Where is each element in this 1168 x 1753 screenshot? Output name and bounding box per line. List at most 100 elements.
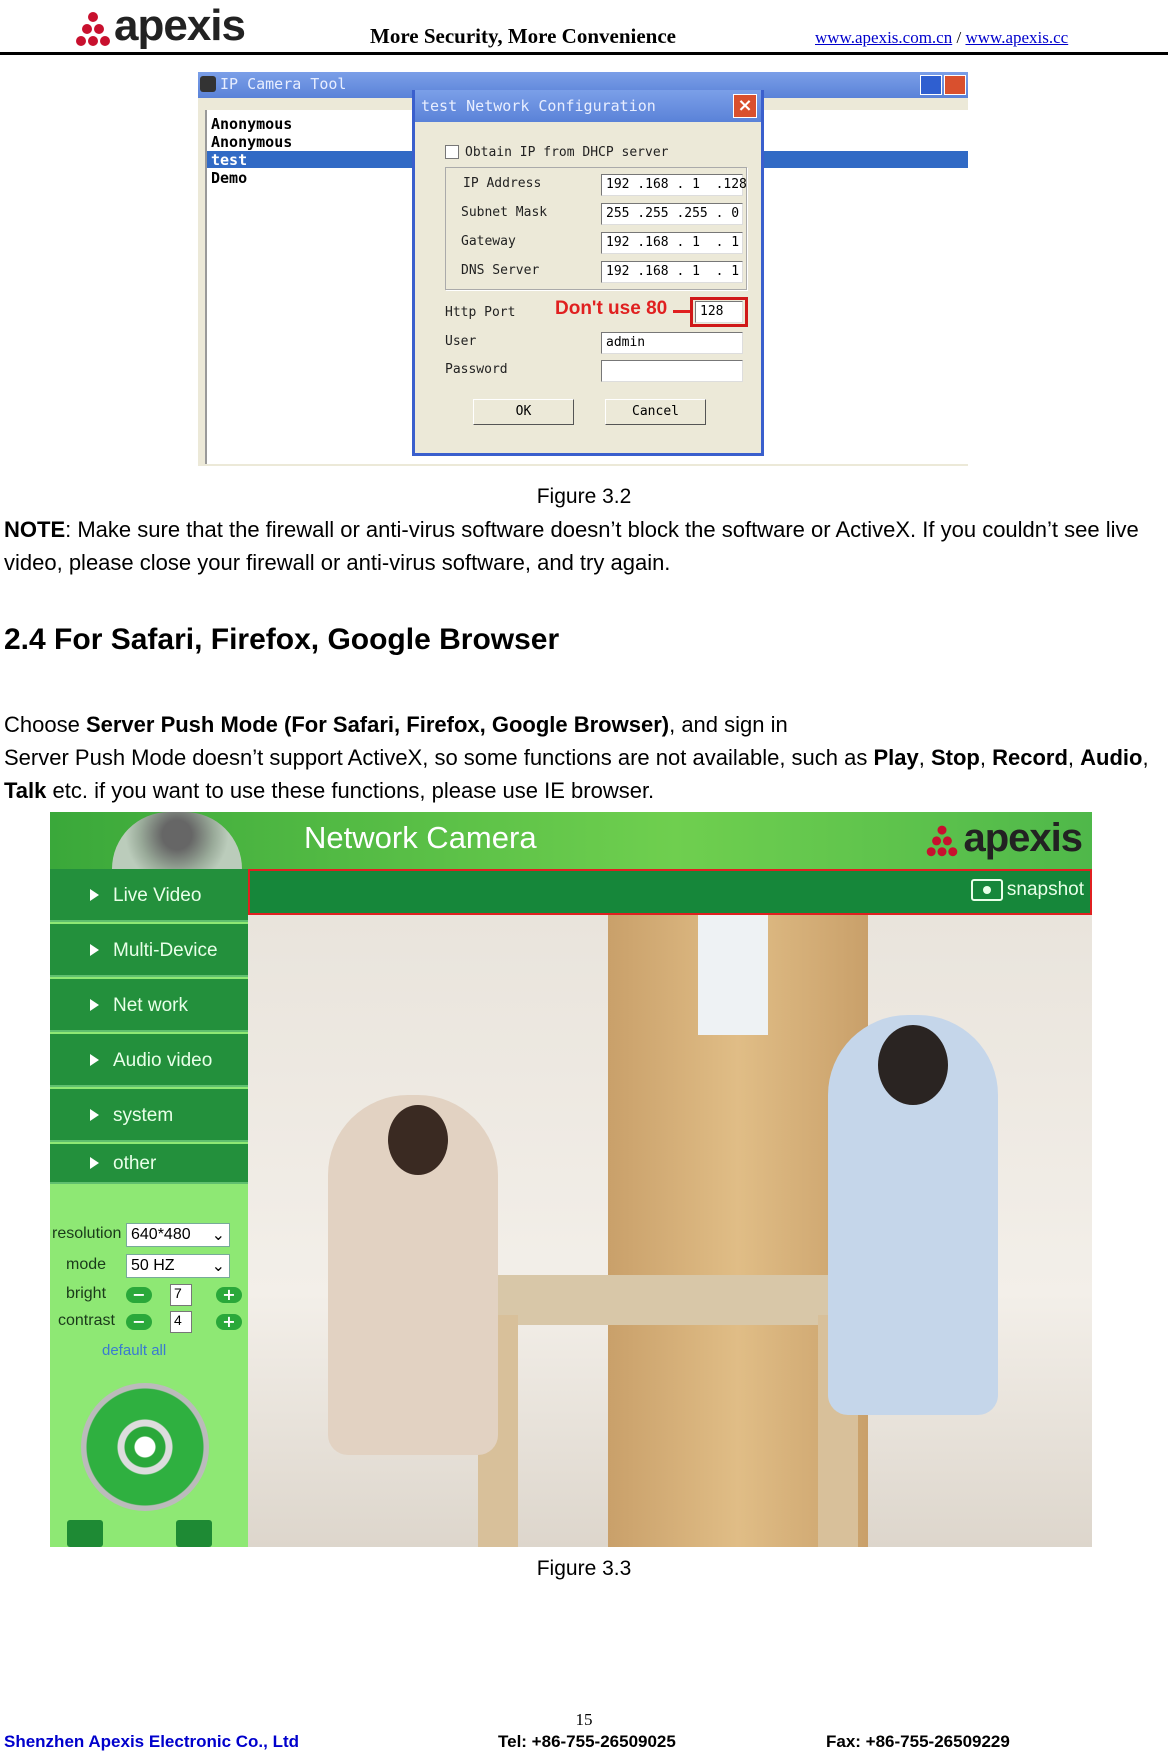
text: etc. if you want to use these functions,…: [46, 778, 655, 803]
contrast-value[interactable]: 4: [170, 1311, 192, 1333]
play-arrow-icon: [90, 1054, 99, 1066]
annotation-line: [673, 310, 690, 313]
person-head: [878, 1025, 948, 1105]
header-links: www.apexis.com.cn / www.apexis.cc: [815, 28, 1068, 48]
cancel-button[interactable]: Cancel: [605, 399, 706, 425]
figure-3-2-caption: Figure 3.2: [536, 485, 632, 508]
device-item[interactable]: Anonymous: [211, 133, 292, 151]
subnet-mask-input[interactable]: 255 .255 .255 . 0: [601, 203, 743, 225]
note-label: NOTE: [4, 517, 66, 542]
nav-live-video[interactable]: Live Video: [50, 869, 248, 922]
section-paragraph: Choose Server Push Mode (For Safari, Fir…: [4, 708, 1166, 807]
text: ,: [979, 745, 993, 770]
nav-label: system: [113, 1105, 174, 1126]
play-arrow-icon: [90, 1157, 99, 1169]
bright-value[interactable]: 7: [170, 1284, 192, 1306]
resolution-label: resolution: [52, 1225, 122, 1242]
apexis-banner-logo: apexis: [921, 816, 1083, 860]
text: , and sign in: [669, 712, 788, 737]
toolbar-highlighted: snapshot: [248, 869, 1092, 915]
dialog-title: test Network Configuration: [415, 90, 761, 122]
gateway-label: Gateway: [461, 234, 516, 249]
nav-label: Multi-Device: [113, 940, 218, 961]
logo-dots-icon: [72, 8, 114, 48]
link-apexis-cc[interactable]: www.apexis.cc: [965, 28, 1068, 47]
mode-label: mode: [66, 1256, 107, 1273]
talk-term: Talk: [4, 778, 47, 803]
footer-fax: Fax: +86-755-26509229: [826, 1732, 1010, 1751]
text: ,: [1142, 745, 1149, 770]
tagline: More Security, More Convenience: [370, 24, 676, 48]
bright-minus-button[interactable]: −: [126, 1287, 152, 1303]
audio-term: Audio: [1080, 745, 1143, 770]
mode-name: Server Push Mode (For Safari, Firefox, G…: [85, 712, 670, 737]
close-icon[interactable]: [944, 75, 966, 95]
password-input[interactable]: [601, 360, 743, 382]
user-label: User: [445, 334, 477, 349]
nav-audio-video[interactable]: Audio video: [50, 1034, 248, 1087]
network-camera-web-ui: Network Camera apexis Live Video Multi-D…: [50, 812, 1092, 1547]
person-head: [388, 1105, 448, 1175]
dns-server-label: DNS Server: [461, 263, 540, 278]
stop-term: Stop: [930, 745, 980, 770]
nav-other[interactable]: other: [50, 1144, 248, 1184]
snapshot-label: snapshot: [1006, 879, 1084, 900]
text: ,: [1067, 745, 1081, 770]
dhcp-checkbox[interactable]: [445, 145, 459, 159]
device-item-selected[interactable]: test: [211, 151, 247, 169]
nav-label: Net work: [113, 995, 188, 1016]
snapshot-button[interactable]: snapshot: [970, 879, 1084, 901]
subnet-mask-label: Subnet Mask: [461, 205, 548, 220]
nav-multi-device[interactable]: Multi-Device: [50, 924, 248, 977]
gateway-input[interactable]: 192 .168 . 1 . 1: [601, 232, 743, 254]
link-separator: /: [956, 28, 962, 47]
play-arrow-icon: [90, 1109, 99, 1121]
contrast-minus-button[interactable]: −: [126, 1314, 152, 1330]
logo-dots-icon: [924, 822, 962, 858]
ip-address-input[interactable]: 192 .168 . 1 .128: [601, 174, 747, 196]
nav-label: Live Video: [113, 885, 202, 906]
section-heading: 2.4 For Safari, Firefox, Google Browser: [4, 623, 560, 656]
password-label: Password: [445, 362, 508, 377]
mode-select[interactable]: 50 HZ ⌄: [126, 1254, 230, 1278]
dns-server-input[interactable]: 192 .168 . 1 . 1: [601, 261, 743, 283]
nav-system[interactable]: system: [50, 1089, 248, 1142]
minimize-icon[interactable]: [920, 75, 942, 95]
banner-title: Network Camera: [304, 820, 537, 855]
record-icon[interactable]: [67, 1520, 103, 1547]
nav-label: Audio video: [113, 1050, 213, 1071]
http-port-input[interactable]: 128: [695, 301, 743, 323]
ip-camera-tool-window: IP Camera Tool Anonymous Anonymous test …: [198, 72, 968, 466]
note-paragraph: NOTE: Make sure that the firewall or ant…: [4, 513, 1166, 579]
resolution-select[interactable]: 640*480 ⌄: [126, 1223, 230, 1247]
apexis-logo: apexis: [72, 0, 246, 48]
text: Choose: [4, 712, 86, 737]
camera-icon: [970, 879, 1003, 901]
playback-icon[interactable]: [176, 1520, 212, 1547]
dhcp-label: Obtain IP from DHCP server: [465, 145, 669, 160]
chevron-down-icon: ⌄: [211, 1258, 225, 1275]
mode-value: 50 HZ: [131, 1257, 175, 1274]
dialog-close-icon[interactable]: ×: [733, 94, 757, 118]
user-input[interactable]: admin: [601, 332, 743, 354]
figure-3-3-caption: Figure 3.3: [536, 1557, 632, 1580]
ok-button[interactable]: OK: [473, 399, 574, 425]
nav-network[interactable]: Net work: [50, 979, 248, 1032]
ptz-control-pad[interactable]: [81, 1383, 209, 1511]
play-arrow-icon: [90, 889, 99, 901]
link-apexis-cn[interactable]: www.apexis.com.cn: [815, 28, 952, 47]
device-item[interactable]: Demo: [211, 169, 247, 187]
device-item[interactable]: Anonymous: [211, 115, 292, 133]
resolution-value: 640*480: [131, 1226, 191, 1243]
ip-address-label: IP Address: [463, 176, 542, 191]
http-port-label: Http Port: [445, 305, 516, 320]
default-all-link[interactable]: default all: [102, 1342, 166, 1359]
text: ,: [918, 745, 931, 770]
play-arrow-icon: [90, 944, 99, 956]
contrast-plus-button[interactable]: +: [216, 1314, 242, 1330]
text: Server Push Mode doesn’t support ActiveX…: [4, 745, 874, 770]
door-window: [698, 915, 768, 1035]
footer-company: Shenzhen Apexis Electronic Co., Ltd: [4, 1732, 300, 1751]
bright-plus-button[interactable]: +: [216, 1287, 242, 1303]
app-icon: [200, 76, 216, 92]
